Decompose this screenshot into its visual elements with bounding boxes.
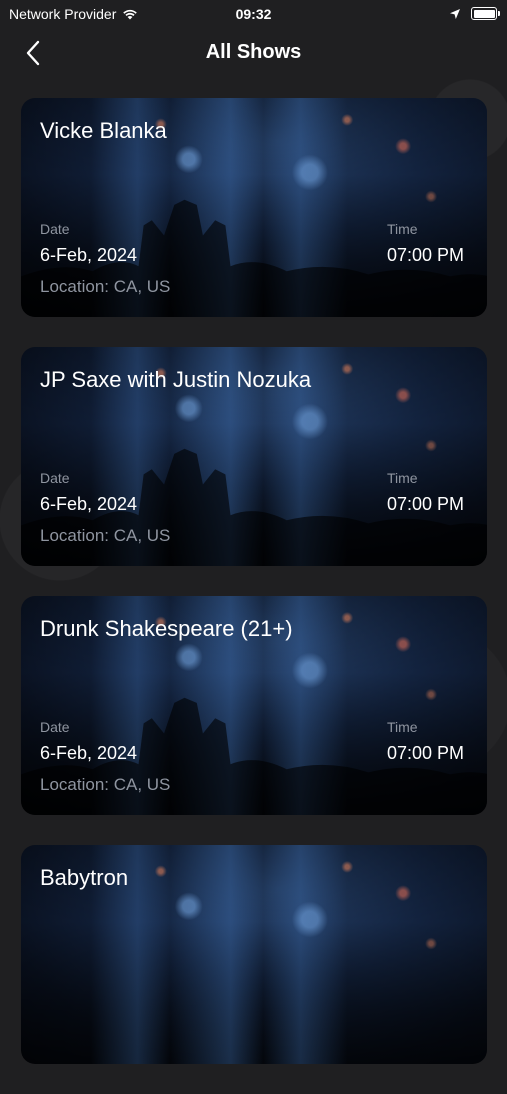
page-title: All Shows [205,41,302,63]
nav-bar: All Shows [0,30,507,78]
show-card[interactable]: Vicke Blanka Date 6-Feb, 2024 Time 07:00… [21,98,487,317]
show-title: Drunk Shakespeare (21+) [40,616,293,641]
date-label: Date [40,719,70,735]
time-value: 07:00 PM [387,245,465,265]
time-label: Time [387,470,418,486]
date-value: 6-Feb, 2024 [40,743,138,763]
location-arrow-icon [450,8,460,19]
status-right [449,7,500,20]
location-text: Location: CA, US [40,526,171,545]
status-time: 09:32 [235,6,272,22]
location-text: Location: CA, US [40,775,171,794]
show-card[interactable]: Babytron [21,845,487,1064]
status-bar: Network Provider 09:32 [0,0,507,30]
date-value: 6-Feb, 2024 [40,494,138,514]
time-label: Time [387,221,418,237]
show-title: Babytron [40,865,129,890]
show-card[interactable]: Drunk Shakespeare (21+) Date 6-Feb, 2024… [21,596,487,815]
shows-list: Vicke Blanka Date 6-Feb, 2024 Time 07:00… [21,98,487,1094]
date-value: 6-Feb, 2024 [40,245,138,265]
show-title: JP Saxe with Justin Nozuka [40,367,312,392]
time-value: 07:00 PM [387,743,465,763]
date-label: Date [40,470,70,486]
date-label: Date [40,221,70,237]
battery-icon [471,7,500,20]
time-value: 07:00 PM [387,494,465,514]
location-text: Location: CA, US [40,277,171,296]
show-title: Vicke Blanka [40,118,167,143]
time-label: Time [387,719,418,735]
show-card[interactable]: JP Saxe with Justin Nozuka Date 6-Feb, 2… [21,347,487,566]
